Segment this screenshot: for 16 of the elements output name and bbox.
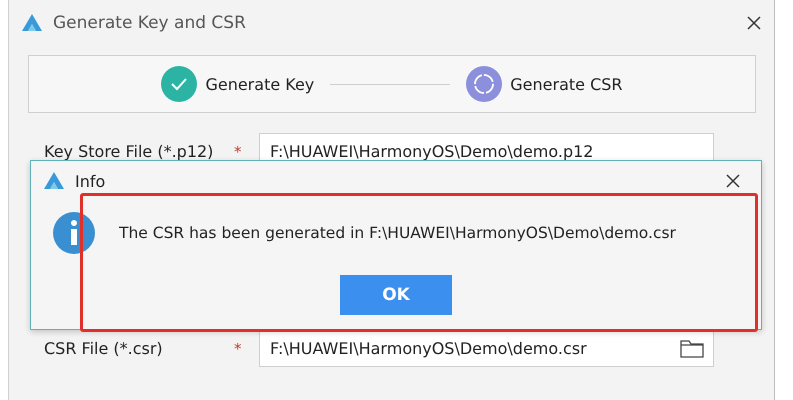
close-button[interactable] xyxy=(725,173,741,189)
step-label: Generate Key xyxy=(205,74,314,94)
dialog-title: Info xyxy=(75,172,106,190)
logo-icon xyxy=(43,171,65,191)
path-field[interactable]: F:\HUAWEI\HarmonyOS\Demo\demo.csr xyxy=(259,330,714,367)
folder-icon[interactable] xyxy=(680,338,704,358)
required-mark: * xyxy=(234,340,242,358)
required-mark: * xyxy=(234,142,242,160)
field-label: Key Store File (*.p12) xyxy=(44,142,214,161)
step-label: Generate CSR xyxy=(510,74,623,94)
info-message: The CSR has been generated in F:\HUAWEI\HarmonyOS\Demo\demo.csr xyxy=(119,224,676,242)
logo-icon xyxy=(21,13,43,33)
close-button[interactable] xyxy=(746,15,762,31)
window-title: Generate Key and CSR xyxy=(53,13,247,33)
field-label: CSR File (*.csr) xyxy=(44,339,164,358)
info-icon xyxy=(53,212,95,254)
